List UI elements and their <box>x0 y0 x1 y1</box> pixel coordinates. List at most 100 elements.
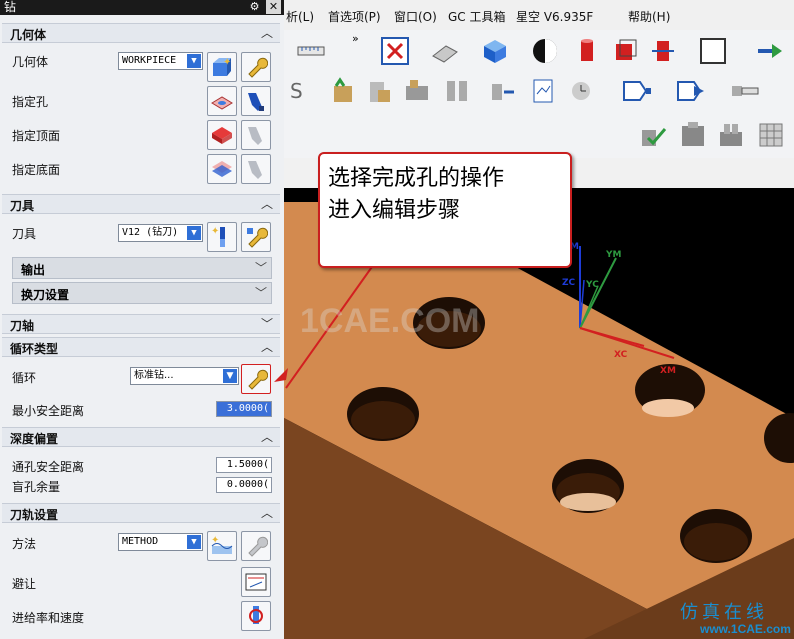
flashlight-icon <box>248 93 264 111</box>
chevron-down-icon[interactable]: ▼ <box>223 369 237 383</box>
specify-hole-button[interactable] <box>207 86 237 116</box>
machine-icon[interactable] <box>678 120 708 150</box>
blind-stock-label: 盲孔余量 <box>12 480 61 494</box>
specify-top-button[interactable] <box>207 120 237 150</box>
close-icon[interactable]: ✕ <box>266 0 281 14</box>
edit-cycle-button[interactable] <box>241 364 271 394</box>
render-style-icon[interactable] <box>530 36 560 66</box>
check-verify-icon[interactable] <box>638 120 668 150</box>
section-geometry[interactable]: 几何体 ︿ <box>2 23 280 43</box>
transform-icon[interactable] <box>488 76 518 106</box>
shaded-cube-icon[interactable] <box>480 36 510 66</box>
edit-geometry-button[interactable] <box>241 52 271 82</box>
verify-icon[interactable] <box>328 76 358 106</box>
hole-select-icon <box>211 96 233 110</box>
through-clearance-input[interactable]: 1.5000( <box>216 457 272 473</box>
chevron-up-icon[interactable]: ︿ <box>260 504 274 522</box>
geometry-label: 几何体 <box>12 55 49 69</box>
plane-view-icon[interactable] <box>430 36 460 66</box>
svg-text:✦: ✦ <box>223 57 231 68</box>
flashlight-disabled-icon <box>248 127 262 145</box>
feed-speed-button[interactable] <box>241 601 271 631</box>
chevron-up-icon[interactable]: ︿ <box>260 24 274 42</box>
edit-tool-button[interactable] <box>241 222 271 252</box>
specify-bottom-button[interactable] <box>207 154 237 184</box>
section-depth-offset[interactable]: 深度偏置 ︿ <box>2 427 280 447</box>
section-tool[interactable]: 刀具 ︿ <box>2 194 280 214</box>
parallel-icon[interactable] <box>442 76 472 106</box>
annotation-callout: 选择完成孔的操作 进入编辑步骤 <box>318 152 572 268</box>
menu-preferences[interactable]: 首选项(P) <box>328 8 381 25</box>
chevron-down-icon[interactable]: ▼ <box>187 54 201 68</box>
toolbar-overflow[interactable]: » <box>352 32 359 45</box>
chevron-down-icon[interactable]: ﹀ <box>255 258 267 278</box>
drill-tool-icon[interactable] <box>730 76 760 106</box>
new-tool-button[interactable]: ✦ <box>207 222 237 252</box>
tool-holder-icon[interactable] <box>622 76 652 106</box>
section-depth-label: 深度偏置 <box>10 432 59 446</box>
new-method-button[interactable]: ✦ <box>207 531 237 561</box>
section-cut-icon[interactable] <box>648 36 678 66</box>
tool-label: 刀具 <box>12 227 37 241</box>
chevron-down-icon[interactable]: ▼ <box>187 226 201 240</box>
hole-bottom <box>642 399 694 417</box>
edit-method-button[interactable] <box>241 531 271 561</box>
shop-doc-icon[interactable] <box>402 76 432 106</box>
geometry-select[interactable]: WORKPIECE ▼ <box>118 52 203 70</box>
red-cylinder-icon[interactable] <box>572 36 602 66</box>
cycle-label: 循环 <box>12 371 37 385</box>
red-box-icon[interactable] <box>610 36 640 66</box>
method-select[interactable]: METHOD ▼ <box>118 533 203 551</box>
menu-xingkong[interactable]: 星空 V6.935F <box>516 8 593 25</box>
table-grid-icon[interactable] <box>756 120 786 150</box>
feed-speed-icon <box>249 606 263 624</box>
flashlight-disabled-icon <box>248 161 262 179</box>
avoid-button[interactable] <box>241 567 271 597</box>
through-clearance-label: 通孔安全距离 <box>12 460 85 474</box>
chevron-down-icon[interactable]: ▼ <box>187 535 201 549</box>
toolchange-subsection[interactable]: 换刀设置 ﹀ <box>12 282 272 304</box>
callout-line-2: 进入编辑步骤 <box>328 198 461 223</box>
section-cycle-type[interactable]: 循环类型 ︿ <box>2 337 280 357</box>
chevron-up-icon[interactable]: ︿ <box>260 338 274 356</box>
section-toolpath-settings[interactable]: 刀轨设置 ︿ <box>2 503 280 523</box>
menu-help[interactable]: 帮助(H) <box>628 8 670 25</box>
generate-path-icon[interactable]: S <box>288 76 318 106</box>
chevron-down-icon[interactable]: ﹀ <box>260 315 274 333</box>
min-clearance-input[interactable]: 3.0000( <box>216 401 272 417</box>
chevron-up-icon[interactable]: ︿ <box>260 195 274 213</box>
fit-view-icon[interactable] <box>380 36 410 66</box>
tool-select[interactable]: V12 (钻刀) ▼ <box>118 224 203 242</box>
tool-select-value: V12 (钻刀) <box>122 227 179 238</box>
menu-analysis[interactable]: 析(L) <box>286 8 314 25</box>
show-top-button[interactable] <box>241 120 271 150</box>
specify-top-label: 指定顶面 <box>12 129 61 143</box>
axis-label-zc: ZC <box>562 278 576 288</box>
section-tool-axis[interactable]: 刀轴 ﹀ <box>2 314 280 334</box>
menu-window[interactable]: 窗口(O) <box>394 8 437 25</box>
postprocess-icon[interactable] <box>364 76 394 106</box>
report-icon[interactable] <box>528 76 558 106</box>
blind-stock-input[interactable]: 0.0000( <box>216 477 272 493</box>
wrench-icon <box>248 57 268 78</box>
ruler-icon[interactable] <box>296 36 326 66</box>
chevron-up-icon[interactable]: ︿ <box>260 428 274 446</box>
new-geometry-button[interactable]: ✦ <box>207 52 237 82</box>
frame-view-icon[interactable] <box>698 36 728 66</box>
gear-icon[interactable]: ⚙ <box>247 0 262 14</box>
chevron-down-icon[interactable]: ﹀ <box>255 283 267 303</box>
show-bottom-button[interactable] <box>241 154 271 184</box>
show-hole-button[interactable] <box>241 86 271 116</box>
orient-view-icon[interactable] <box>754 36 784 66</box>
cycle-select-value: 标准钻... <box>134 370 174 381</box>
feed-speed-label: 进给率和速度 <box>12 611 85 625</box>
fixture-icon[interactable] <box>716 120 746 150</box>
axis-label-xc: XC <box>614 350 628 360</box>
svg-text:S: S <box>290 79 303 103</box>
output-subsection[interactable]: 输出 ﹀ <box>12 257 272 279</box>
tool-holder-alt-icon[interactable] <box>676 76 706 106</box>
menu-gc-toolbox[interactable]: GC 工具箱 <box>448 8 506 25</box>
cycle-select[interactable]: 标准钻... ▼ <box>130 367 239 385</box>
clock-icon[interactable] <box>566 76 596 106</box>
axis-label-xm: XM <box>660 366 676 376</box>
